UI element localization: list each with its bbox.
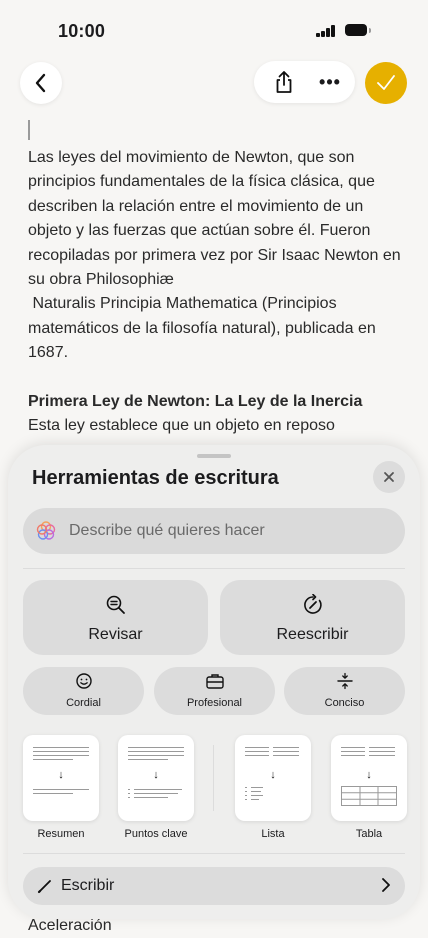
- describe-input-container: [23, 508, 405, 554]
- status-bar: 10:00: [0, 0, 428, 60]
- list-label: Lista: [261, 828, 285, 840]
- chevron-right-icon: [382, 878, 390, 892]
- table-label: Tabla: [355, 828, 383, 840]
- battery-icon: [345, 24, 371, 37]
- note-paragraph: Naturalis Principia Mathematica (Princip…: [28, 295, 381, 362]
- key-points-button[interactable]: ↓: [118, 735, 194, 821]
- status-time: 10:00: [58, 21, 106, 41]
- close-icon: [384, 472, 394, 482]
- done-button[interactable]: [365, 62, 407, 104]
- summary-label: Resumen: [37, 828, 85, 840]
- compose-label: Escribir: [61, 877, 115, 894]
- pencil-icon: [37, 880, 51, 894]
- briefcase-icon: [205, 674, 224, 689]
- writing-tools-sheet: Herramientas de escritura Revisar: [8, 445, 420, 919]
- note-paragraph: Esta ley establece que un objeto en repo…: [28, 417, 335, 435]
- divider: [213, 745, 214, 811]
- rewrite-button[interactable]: Reescribir: [220, 580, 405, 655]
- concise-icon: [336, 672, 353, 690]
- concise-label: Conciso: [324, 697, 365, 709]
- more-button[interactable]: •••: [310, 61, 350, 103]
- compose-button[interactable]: Escribir: [23, 867, 405, 905]
- share-button[interactable]: [266, 61, 302, 103]
- describe-input[interactable]: [69, 508, 389, 554]
- sheet-grabber[interactable]: [197, 454, 231, 458]
- rewrite-icon: [303, 594, 322, 614]
- arrow-down-icon: ↓: [153, 769, 159, 781]
- note-paragraph: Las leyes del movimiento de Newton, que …: [28, 149, 401, 289]
- share-icon: [276, 71, 292, 93]
- proofread-label: Revisar: [88, 626, 143, 643]
- text-cursor: [28, 120, 30, 140]
- list-button[interactable]: ↓: [235, 735, 311, 821]
- table-icon: [341, 786, 397, 806]
- divider: [23, 568, 405, 569]
- back-button[interactable]: [20, 62, 62, 104]
- professional-button[interactable]: Profesional: [154, 667, 275, 715]
- concise-button[interactable]: Conciso: [284, 667, 405, 715]
- friendly-button[interactable]: Cordial: [23, 667, 144, 715]
- note-body[interactable]: Las leyes del movimiento de Newton, que …: [28, 146, 403, 438]
- close-button[interactable]: [373, 461, 405, 493]
- cellular-signal-icon: [316, 25, 338, 37]
- smiley-icon: [75, 673, 92, 689]
- rewrite-label: Reescribir: [276, 626, 349, 643]
- more-icon: •••: [319, 71, 341, 92]
- friendly-label: Cordial: [66, 697, 101, 709]
- actions-pill: •••: [254, 61, 355, 103]
- checkmark-icon: [377, 75, 395, 90]
- proofread-icon: [106, 595, 125, 614]
- table-button[interactable]: ↓: [331, 735, 407, 821]
- chevron-left-icon: [35, 73, 46, 93]
- proofread-button[interactable]: Revisar: [23, 580, 208, 655]
- professional-label: Profesional: [186, 697, 243, 709]
- note-heading: Primera Ley de Newton: La Ley de la Iner…: [28, 392, 363, 410]
- divider: [23, 853, 405, 854]
- arrow-down-icon: ↓: [58, 769, 64, 781]
- apple-intelligence-icon: [36, 521, 56, 540]
- sheet-title: Herramientas de escritura: [32, 467, 279, 489]
- arrow-down-icon: ↓: [270, 769, 276, 781]
- summary-button[interactable]: ↓: [23, 735, 99, 821]
- key-points-label: Puntos clave: [124, 828, 188, 840]
- arrow-down-icon: ↓: [366, 769, 372, 781]
